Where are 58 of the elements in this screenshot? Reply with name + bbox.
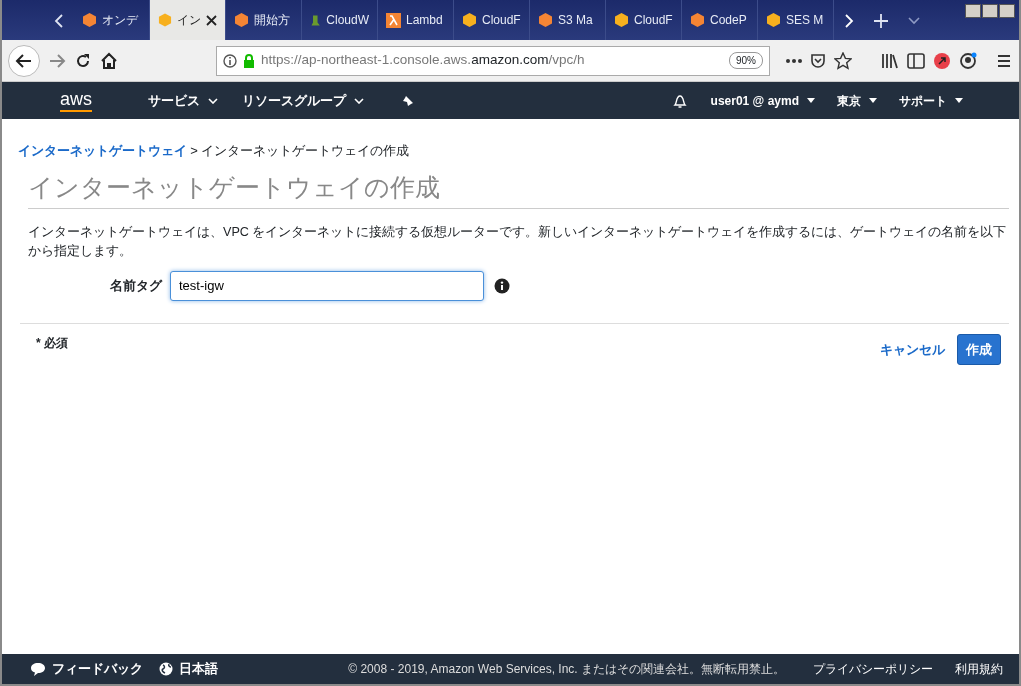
globe-icon (159, 662, 173, 676)
url-text: https://ap-northeast-1.console.aws.amazon.com/vpc/h (261, 51, 585, 70)
account-icon[interactable] (959, 51, 977, 70)
name-tag-label: 名前タグ (110, 277, 162, 296)
minimize-button[interactable] (965, 4, 981, 18)
page-title: インターネットゲートウェイの作成 (28, 168, 1009, 209)
required-note: * 必須 (36, 334, 68, 352)
chevron-right-icon[interactable] (844, 13, 854, 28)
zoom-level[interactable]: 90% (729, 52, 763, 69)
pin-icon[interactable] (402, 94, 414, 107)
caret-icon (955, 98, 963, 103)
speech-bubble-icon (30, 662, 46, 676)
sidebar-icon[interactable] (907, 52, 925, 69)
lock-icon (243, 53, 255, 68)
back-arrow-icon[interactable] (15, 51, 33, 70)
caret-icon (807, 98, 815, 103)
close-button[interactable] (999, 4, 1015, 18)
description-text: インターネットゲートウェイは、VPC をインターネットに接続する仮想ルーターです。新しいインターネットゲートウェイを作成するには、ゲートウェイの名前を以下から指定します。 (28, 224, 1008, 260)
browser-tab[interactable]: イン (150, 0, 226, 40)
chevron-left-icon[interactable] (54, 13, 64, 28)
create-button[interactable]: 作成 (957, 333, 1001, 366)
more-icon[interactable] (786, 58, 802, 63)
feedback-link[interactable]: フィードバック (52, 659, 143, 679)
home-icon[interactable] (100, 51, 118, 70)
privacy-policy-link[interactable]: プライバシーポリシー (813, 660, 933, 678)
aws-logo[interactable]: aws (60, 89, 92, 112)
pocket-icon[interactable] (810, 52, 826, 69)
breadcrumb-link[interactable]: インターネットゲートウェイ (18, 141, 187, 161)
reload-icon[interactable] (74, 51, 92, 70)
plus-icon[interactable] (874, 13, 888, 28)
library-icon[interactable] (881, 52, 899, 69)
caret-icon (208, 97, 218, 104)
bell-icon[interactable] (672, 92, 687, 109)
breadcrumb-current: インターネットゲートウェイの作成 (201, 142, 410, 160)
address-bar[interactable]: https://ap-northeast-1.console.aws.amazon.com/vpc/h 90% (216, 45, 770, 76)
back-button[interactable] (8, 44, 40, 77)
support-menu[interactable]: サポート (899, 91, 947, 110)
copyright-text: © 2008 - 2019, Amazon Web Services, Inc. またはその関連会社。無断転用禁止。 (348, 661, 785, 678)
star-icon[interactable] (834, 51, 852, 70)
maximize-button[interactable] (982, 4, 998, 18)
resource-groups-menu[interactable]: リソースグループ (242, 90, 346, 111)
close-icon[interactable] (206, 15, 217, 27)
services-menu[interactable]: サービス (148, 90, 200, 111)
account-menu[interactable]: user01 @ aymd (710, 91, 799, 110)
caret-icon (354, 97, 364, 104)
terms-link[interactable]: 利用規約 (955, 660, 1003, 678)
cancel-link[interactable]: キャンセル (880, 339, 945, 360)
name-tag-input[interactable]: test-igw (170, 270, 484, 301)
language-selector[interactable]: 日本語 (179, 659, 218, 679)
menu-icon[interactable] (995, 52, 1013, 69)
forward-arrow-icon[interactable] (48, 51, 66, 70)
info-icon[interactable] (494, 277, 510, 294)
caret-icon (869, 98, 877, 103)
extension-icon[interactable] (933, 51, 951, 70)
breadcrumb-separator: > (190, 142, 198, 160)
chevron-down-icon[interactable] (908, 16, 920, 25)
info-icon[interactable] (223, 53, 237, 68)
region-menu[interactable]: 東京 (837, 91, 861, 110)
